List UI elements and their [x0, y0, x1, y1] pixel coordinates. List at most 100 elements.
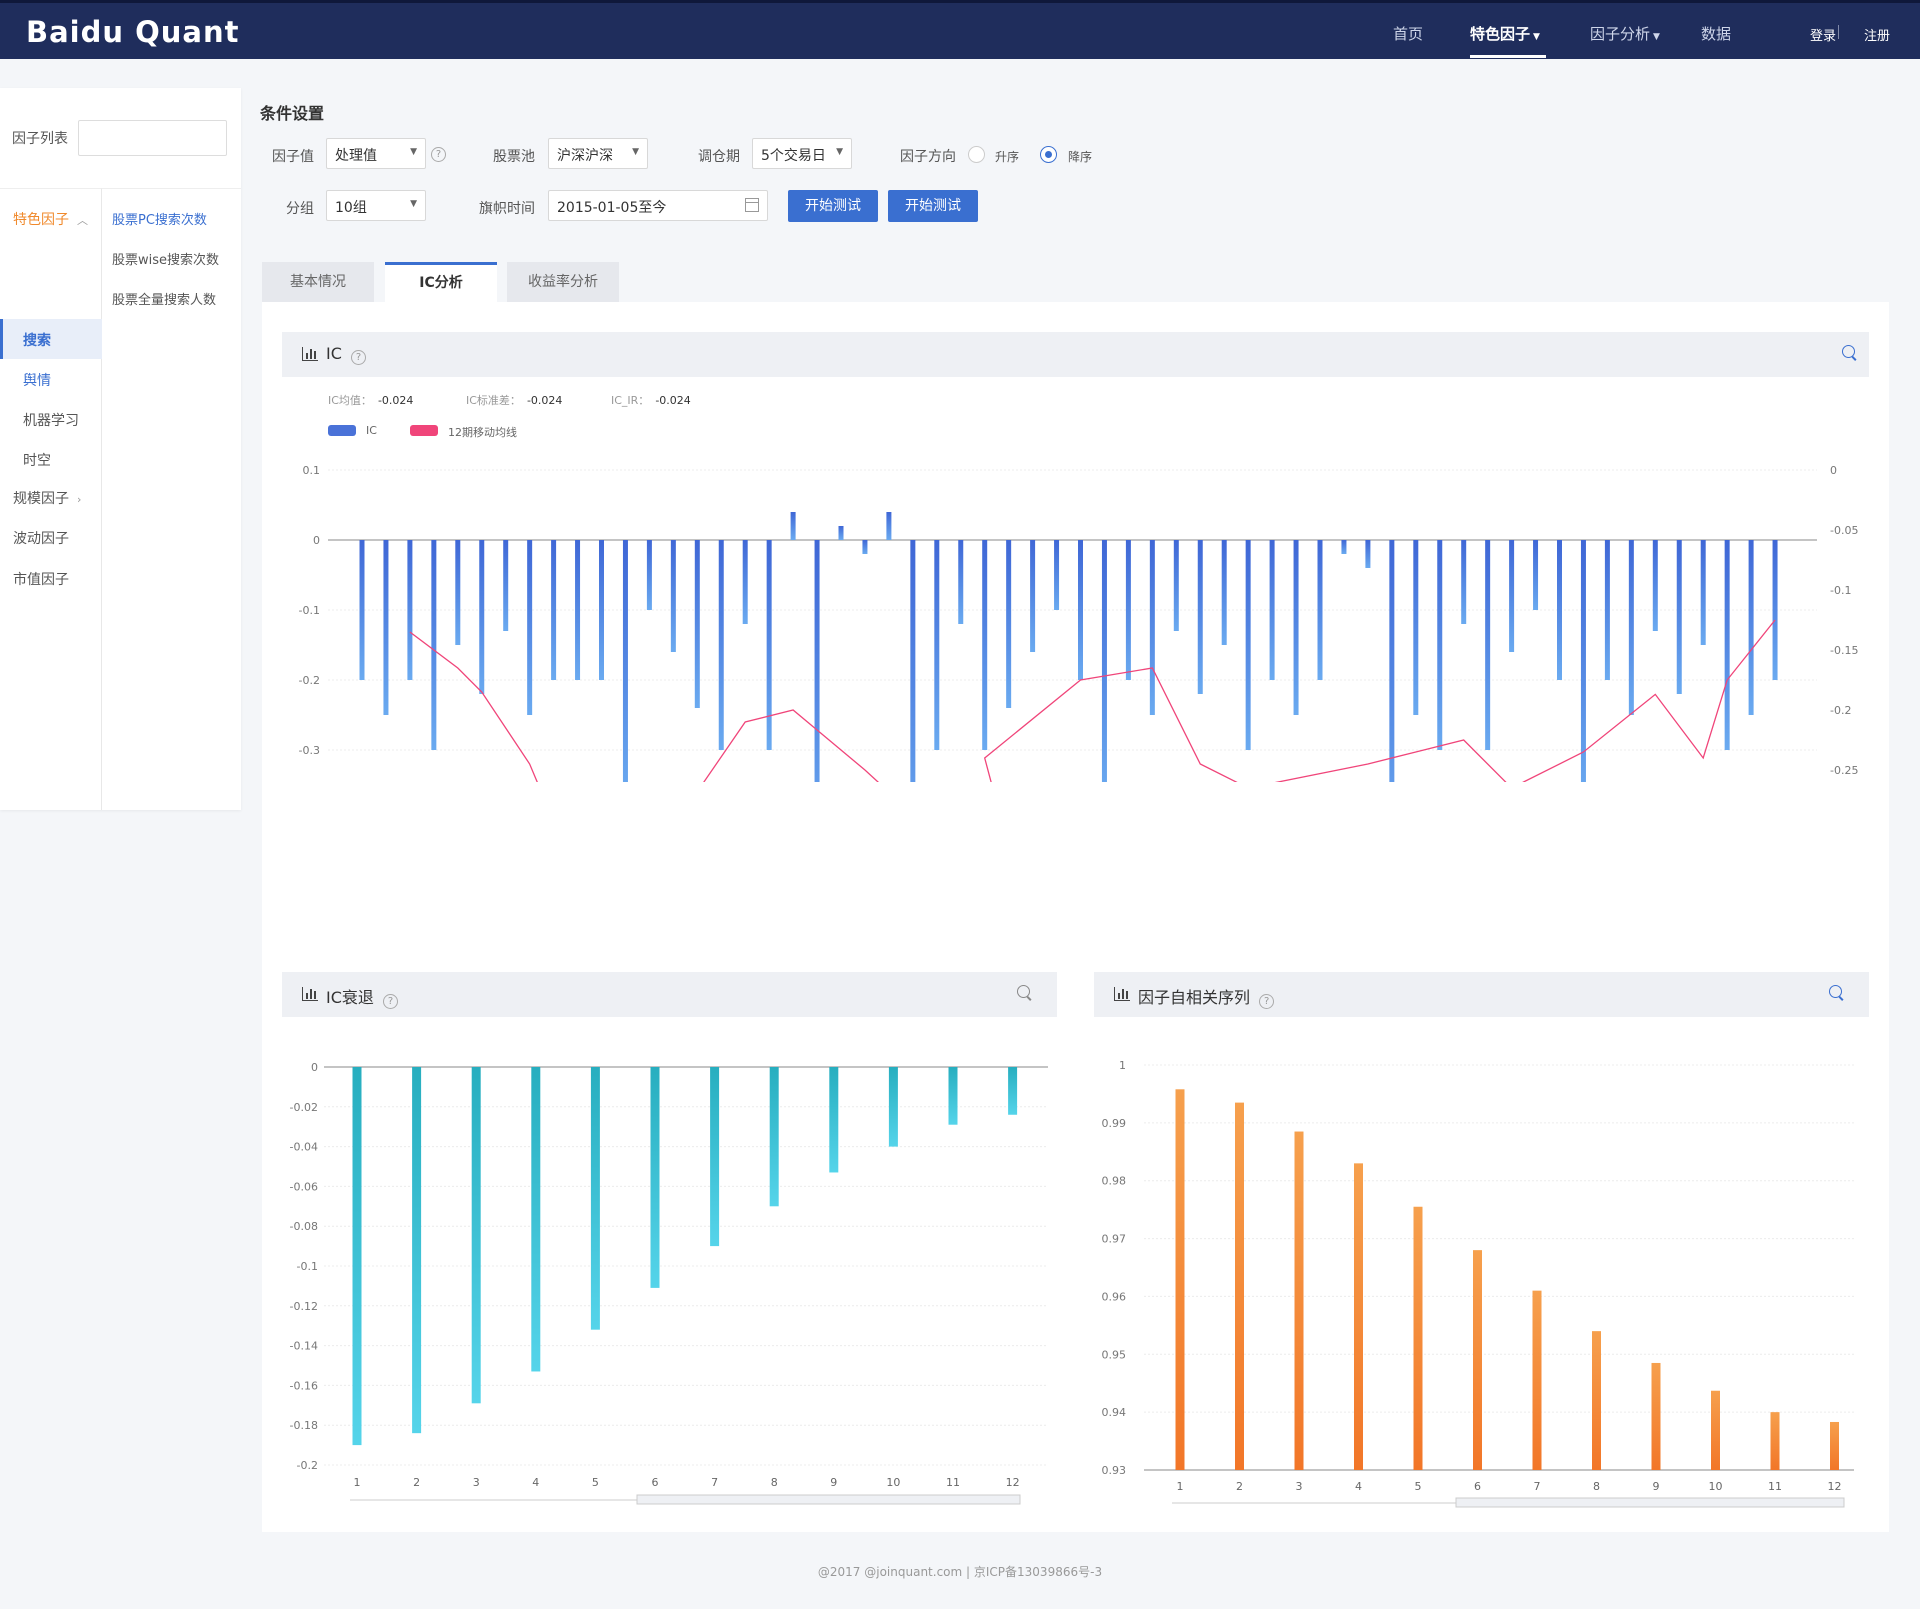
- y-tick-label: 0.94: [1102, 1406, 1127, 1419]
- category-sentiment[interactable]: 舆情: [23, 370, 51, 390]
- factor-item-pc-search[interactable]: 股票PC搜索次数: [112, 209, 207, 228]
- help-icon[interactable]: ?: [383, 994, 398, 1009]
- nav-factor-analysis[interactable]: 因子分析 ▼: [1590, 23, 1660, 44]
- tab-return-analysis[interactable]: 收益率分析: [507, 262, 619, 302]
- login-link[interactable]: 登录: [1810, 25, 1836, 44]
- start-test-button[interactable]: 开始测试: [788, 190, 878, 222]
- nav-featured-factors[interactable]: 特色因子 ▼: [1470, 23, 1540, 44]
- nav-home[interactable]: 首页: [1393, 23, 1423, 44]
- factor-search-input[interactable]: [78, 120, 227, 156]
- direction-desc-radio[interactable]: [1040, 146, 1057, 163]
- rebalance-select[interactable]: 5个交易日 ▼: [752, 138, 852, 169]
- direction-asc-label: 升序: [995, 150, 1020, 164]
- ic-bar: [1365, 540, 1371, 568]
- bar-chart-icon: [1114, 987, 1130, 1001]
- decay-bar: [769, 1067, 779, 1207]
- autocorr-bar: [1592, 1331, 1601, 1470]
- ic-bar: [1533, 540, 1539, 610]
- category-featured-factors[interactable]: 特色因子 ︿: [13, 209, 88, 229]
- ic-decay-chart-header: IC衰退 ?: [282, 972, 1057, 1017]
- y-tick-label: 0.96: [1102, 1290, 1127, 1303]
- time-range-input[interactable]: 2015-01-05至今: [548, 190, 768, 221]
- ic-bar: [1341, 540, 1347, 554]
- calendar-icon: [745, 198, 759, 212]
- y-tick-label: -0.16: [290, 1379, 318, 1392]
- y-tick-label: -0.2: [297, 1459, 318, 1472]
- x-tick-label: 1: [354, 1476, 361, 1489]
- category-volatility-factors[interactable]: 波动因子: [13, 528, 69, 548]
- logo[interactable]: Baidu Quant: [26, 15, 240, 49]
- ic-bar: [742, 540, 748, 624]
- category-label: 特色因子: [13, 212, 69, 228]
- y-tick-label: -0.04: [290, 1141, 318, 1154]
- group-select[interactable]: 10组 ▼: [326, 190, 426, 221]
- register-link[interactable]: 注册: [1864, 25, 1890, 44]
- ic-bar: [862, 540, 868, 554]
- category-scale-factors[interactable]: 规模因子 ›: [13, 488, 81, 508]
- category-search[interactable]: 搜索: [23, 330, 51, 350]
- decay-bar: [590, 1067, 600, 1330]
- tab-ic-analysis[interactable]: IC分析: [385, 262, 497, 302]
- y-tick-label: -0.18: [290, 1419, 318, 1432]
- category-spatiotemporal[interactable]: 时空: [23, 450, 51, 470]
- ic-decay-title-text: IC衰退: [326, 988, 374, 1007]
- ic-bar: [575, 540, 581, 680]
- chevron-right-icon: ›: [77, 493, 82, 506]
- ic-bar: [1413, 540, 1419, 715]
- category-label: 规模因子: [13, 491, 69, 507]
- x-tick-label: 9: [1653, 1480, 1660, 1493]
- y-tick-label: 0.93: [1102, 1464, 1127, 1477]
- autocorr-chart-header: 因子自相关序列 ?: [1094, 972, 1869, 1017]
- y-tick-label: -0.08: [290, 1220, 318, 1233]
- y-tick-label: -0.1: [299, 604, 320, 617]
- autocorr-bar: [1532, 1290, 1542, 1470]
- start-test-button-2[interactable]: 开始测试: [888, 190, 978, 222]
- factor-value-select[interactable]: 处理值 ▼: [326, 138, 426, 169]
- autocorr-bar: [1473, 1250, 1482, 1470]
- ic-bar: [527, 540, 533, 715]
- help-icon[interactable]: ?: [1259, 994, 1275, 1009]
- factor-item-wise-search[interactable]: 股票wise搜索次数: [112, 249, 219, 268]
- ic-bar: [1748, 540, 1754, 715]
- category-market-cap-factors[interactable]: 市值因子: [13, 569, 69, 589]
- autocorr-bar: [1830, 1421, 1839, 1470]
- ic-bar: [1006, 540, 1012, 708]
- stock-pool-select[interactable]: 沪深沪深 ▼: [548, 138, 648, 169]
- x-tick-label: 10: [886, 1476, 900, 1489]
- factor-list: 股票PC搜索次数 股票wise搜索次数 股票全量搜索人数: [102, 188, 241, 810]
- autocorr-bar: [1770, 1412, 1780, 1470]
- category-machine-learning[interactable]: 机器学习: [23, 410, 79, 430]
- rebalance-selected: 5个交易日: [761, 148, 826, 164]
- tab-basic-info[interactable]: 基本情况: [262, 262, 374, 302]
- y-tick-label: 0: [311, 1061, 318, 1074]
- zoom-in-icon[interactable]: [1829, 985, 1845, 1001]
- y-tick-label: -0.2: [299, 674, 320, 687]
- x-tick-label: 3: [473, 1476, 480, 1489]
- dropdown-arrow-icon: ▼: [410, 199, 417, 209]
- nav-data-label: 数据: [1701, 25, 1732, 43]
- group-selected: 10组: [335, 200, 367, 216]
- ic-bar: [934, 540, 940, 750]
- autocorr-title-text: 因子自相关序列: [1138, 988, 1251, 1007]
- ic-bar: [1054, 540, 1060, 610]
- help-icon[interactable]: ?: [431, 147, 446, 162]
- ic-bar: [838, 526, 844, 540]
- ic-bar: [1245, 540, 1251, 750]
- decay-bar: [471, 1067, 481, 1404]
- nav-data[interactable]: 数据: [1701, 23, 1731, 44]
- data-zoom-window: [636, 1494, 1021, 1505]
- y-right-tick-label: -0.15: [1830, 644, 1858, 657]
- rebalance-label: 调仓期: [698, 149, 740, 165]
- zoom-in-icon[interactable]: [1017, 985, 1033, 1001]
- y-tick-label: 0.97: [1102, 1233, 1127, 1246]
- ic-bar: [910, 540, 916, 782]
- ic-bar: [1628, 540, 1634, 715]
- factor-item-total-searchers[interactable]: 股票全量搜索人数: [112, 289, 216, 308]
- chevron-down-icon: ▼: [1533, 32, 1540, 42]
- x-tick-label: 3: [1296, 1480, 1303, 1493]
- direction-asc-radio[interactable]: [968, 146, 985, 163]
- decay-bar: [650, 1067, 660, 1288]
- x-tick-label: 8: [771, 1476, 778, 1489]
- decay-bar: [888, 1067, 898, 1147]
- x-tick-label: 10: [1709, 1480, 1723, 1493]
